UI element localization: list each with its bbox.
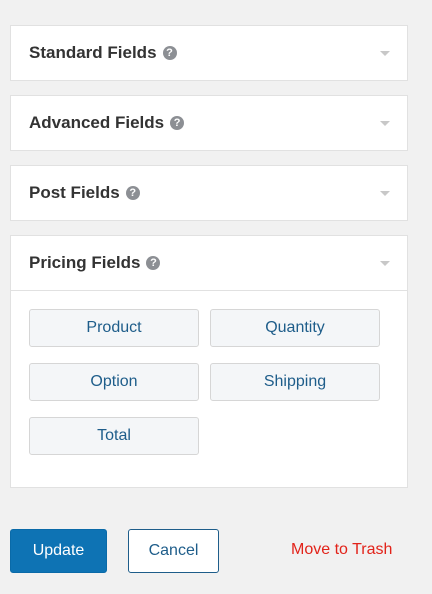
panel-title: Post Fields bbox=[29, 183, 120, 202]
chevron-down-icon[interactable] bbox=[380, 51, 390, 56]
help-icon[interactable]: ? bbox=[125, 186, 140, 200]
option-field-button[interactable]: Option bbox=[29, 363, 199, 401]
update-button[interactable]: Update bbox=[10, 529, 107, 573]
post-fields-header[interactable]: Post Fields ? bbox=[11, 166, 407, 220]
chevron-down-icon[interactable] bbox=[380, 191, 390, 196]
chevron-down-icon[interactable] bbox=[380, 261, 390, 266]
advanced-fields-header[interactable]: Advanced Fields ? bbox=[11, 96, 407, 150]
shipping-field-button[interactable]: Shipping bbox=[210, 363, 380, 401]
help-icon[interactable]: ? bbox=[170, 116, 185, 130]
panel-title: Standard Fields bbox=[29, 43, 157, 62]
pricing-fields-body: Product Quantity Option Shipping Total bbox=[11, 290, 407, 487]
cancel-button[interactable]: Cancel bbox=[128, 529, 219, 573]
advanced-fields-panel: Advanced Fields ? bbox=[10, 95, 408, 151]
standard-fields-header[interactable]: Standard Fields ? bbox=[11, 26, 407, 80]
pricing-fields-header[interactable]: Pricing Fields ? bbox=[11, 236, 407, 290]
product-field-button[interactable]: Product bbox=[29, 309, 199, 347]
panel-title: Pricing Fields bbox=[29, 253, 141, 272]
panel-title: Advanced Fields bbox=[29, 113, 165, 132]
move-to-trash-link[interactable]: Move to Trash bbox=[291, 541, 392, 559]
chevron-down-icon[interactable] bbox=[380, 121, 390, 126]
help-icon[interactable]: ? bbox=[162, 46, 177, 60]
standard-fields-panel: Standard Fields ? bbox=[10, 25, 408, 81]
total-field-button[interactable]: Total bbox=[29, 417, 199, 455]
post-fields-panel: Post Fields ? bbox=[10, 165, 408, 221]
help-icon[interactable]: ? bbox=[146, 256, 161, 270]
pricing-fields-panel: Pricing Fields ? Product Quantity Option… bbox=[10, 235, 408, 488]
quantity-field-button[interactable]: Quantity bbox=[210, 309, 380, 347]
